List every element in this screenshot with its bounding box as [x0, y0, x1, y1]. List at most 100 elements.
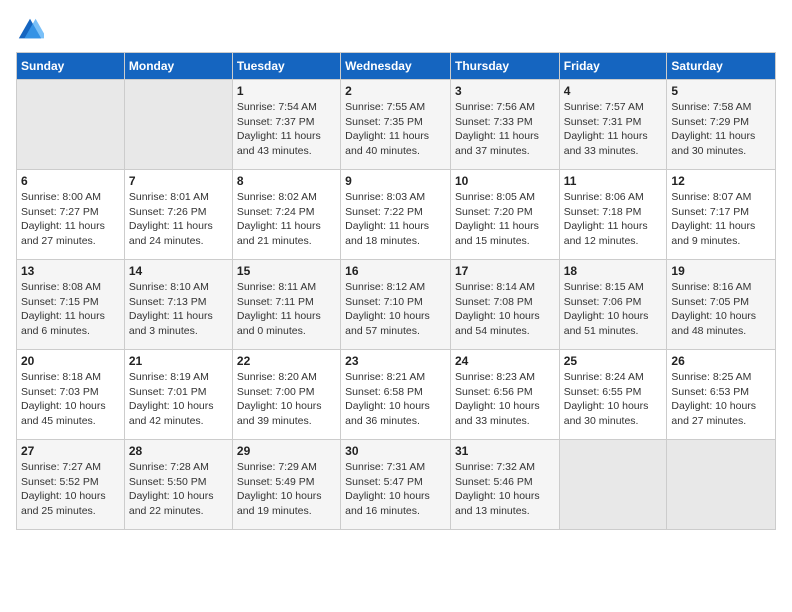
day-number: 21: [129, 354, 228, 368]
page-header: [16, 16, 776, 44]
day-info: Sunrise: 8:23 AMSunset: 6:56 PMDaylight:…: [455, 370, 555, 429]
day-info: Sunrise: 8:11 AMSunset: 7:11 PMDaylight:…: [237, 280, 336, 339]
day-number: 17: [455, 264, 555, 278]
week-row-4: 27 Sunrise: 7:27 AMSunset: 5:52 PMDayligh…: [17, 440, 776, 530]
logo: [16, 16, 48, 44]
day-info: Sunrise: 8:18 AMSunset: 7:03 PMDaylight:…: [21, 370, 120, 429]
day-number: 10: [455, 174, 555, 188]
day-number: 29: [237, 444, 336, 458]
calendar-cell: 25 Sunrise: 8:24 AMSunset: 6:55 PMDayligh…: [559, 350, 667, 440]
day-number: 6: [21, 174, 120, 188]
weekday-header-sunday: Sunday: [17, 53, 125, 80]
day-number: 1: [237, 84, 336, 98]
calendar-cell: 27 Sunrise: 7:27 AMSunset: 5:52 PMDayligh…: [17, 440, 125, 530]
day-number: 23: [345, 354, 446, 368]
day-number: 31: [455, 444, 555, 458]
day-info: Sunrise: 8:10 AMSunset: 7:13 PMDaylight:…: [129, 280, 228, 339]
calendar-cell: 1 Sunrise: 7:54 AMSunset: 7:37 PMDaylight…: [232, 80, 340, 170]
calendar-cell: 6Sunrise: 8:00 AMSunset: 7:27 PMDaylight…: [17, 170, 125, 260]
day-info: Sunrise: 8:15 AMSunset: 7:06 PMDaylight:…: [564, 280, 663, 339]
week-row-1: 6Sunrise: 8:00 AMSunset: 7:27 PMDaylight…: [17, 170, 776, 260]
day-number: 18: [564, 264, 663, 278]
calendar-cell: 8 Sunrise: 8:02 AMSunset: 7:24 PMDaylight…: [232, 170, 340, 260]
calendar-cell: 30 Sunrise: 7:31 AMSunset: 5:47 PMDayligh…: [341, 440, 451, 530]
calendar-table: SundayMondayTuesdayWednesdayThursdayFrid…: [16, 52, 776, 530]
day-number: 26: [671, 354, 771, 368]
calendar-cell: 9 Sunrise: 8:03 AMSunset: 7:22 PMDaylight…: [341, 170, 451, 260]
day-info: Sunrise: 8:02 AMSunset: 7:24 PMDaylight:…: [237, 190, 336, 249]
day-number: 9: [345, 174, 446, 188]
calendar-cell: 19 Sunrise: 8:16 AMSunset: 7:05 PMDayligh…: [667, 260, 776, 350]
day-number: 27: [21, 444, 120, 458]
day-number: 16: [345, 264, 446, 278]
calendar-cell: 16 Sunrise: 8:12 AMSunset: 7:10 PMDayligh…: [341, 260, 451, 350]
weekday-header-tuesday: Tuesday: [232, 53, 340, 80]
calendar-cell: 17Sunrise: 8:14 AMSunset: 7:08 PMDayligh…: [450, 260, 559, 350]
day-info: Sunrise: 7:31 AMSunset: 5:47 PMDaylight:…: [345, 460, 446, 519]
day-info: Sunrise: 7:56 AMSunset: 7:33 PMDaylight:…: [455, 100, 555, 159]
calendar-cell: 13Sunrise: 8:08 AMSunset: 7:15 PMDayligh…: [17, 260, 125, 350]
weekday-header-saturday: Saturday: [667, 53, 776, 80]
calendar-cell: 23Sunrise: 8:21 AMSunset: 6:58 PMDayligh…: [341, 350, 451, 440]
day-info: Sunrise: 8:25 AMSunset: 6:53 PMDaylight:…: [671, 370, 771, 429]
calendar-cell: 3Sunrise: 7:56 AMSunset: 7:33 PMDaylight…: [450, 80, 559, 170]
day-number: 30: [345, 444, 446, 458]
day-number: 7: [129, 174, 228, 188]
day-number: 20: [21, 354, 120, 368]
calendar-cell: [559, 440, 667, 530]
weekday-header-monday: Monday: [124, 53, 232, 80]
calendar-header: SundayMondayTuesdayWednesdayThursdayFrid…: [17, 53, 776, 80]
calendar-cell: 22 Sunrise: 8:20 AMSunset: 7:00 PMDayligh…: [232, 350, 340, 440]
calendar-cell: 15 Sunrise: 8:11 AMSunset: 7:11 PMDayligh…: [232, 260, 340, 350]
day-info: Sunrise: 8:20 AMSunset: 7:00 PMDaylight:…: [237, 370, 336, 429]
day-number: 24: [455, 354, 555, 368]
day-number: 25: [564, 354, 663, 368]
logo-icon: [16, 16, 44, 44]
day-number: 12: [671, 174, 771, 188]
calendar-cell: 11 Sunrise: 8:06 AMSunset: 7:18 PMDayligh…: [559, 170, 667, 260]
calendar-cell: 10 Sunrise: 8:05 AMSunset: 7:20 PMDayligh…: [450, 170, 559, 260]
calendar-cell: 5 Sunrise: 7:58 AMSunset: 7:29 PMDaylight…: [667, 80, 776, 170]
day-number: 22: [237, 354, 336, 368]
weekday-row: SundayMondayTuesdayWednesdayThursdayFrid…: [17, 53, 776, 80]
calendar-cell: 29 Sunrise: 7:29 AMSunset: 5:49 PMDayligh…: [232, 440, 340, 530]
calendar-cell: [17, 80, 125, 170]
weekday-header-friday: Friday: [559, 53, 667, 80]
day-info: Sunrise: 7:27 AMSunset: 5:52 PMDaylight:…: [21, 460, 120, 519]
day-number: 15: [237, 264, 336, 278]
day-info: Sunrise: 8:24 AMSunset: 6:55 PMDaylight:…: [564, 370, 663, 429]
day-number: 8: [237, 174, 336, 188]
calendar-cell: [667, 440, 776, 530]
day-number: 19: [671, 264, 771, 278]
calendar-cell: 21 Sunrise: 8:19 AMSunset: 7:01 PMDayligh…: [124, 350, 232, 440]
week-row-3: 20 Sunrise: 8:18 AMSunset: 7:03 PMDayligh…: [17, 350, 776, 440]
day-info: Sunrise: 8:05 AMSunset: 7:20 PMDaylight:…: [455, 190, 555, 249]
weekday-header-wednesday: Wednesday: [341, 53, 451, 80]
day-info: Sunrise: 8:16 AMSunset: 7:05 PMDaylight:…: [671, 280, 771, 339]
day-info: Sunrise: 8:03 AMSunset: 7:22 PMDaylight:…: [345, 190, 446, 249]
day-info: Sunrise: 7:32 AMSunset: 5:46 PMDaylight:…: [455, 460, 555, 519]
day-info: Sunrise: 7:29 AMSunset: 5:49 PMDaylight:…: [237, 460, 336, 519]
day-info: Sunrise: 8:12 AMSunset: 7:10 PMDaylight:…: [345, 280, 446, 339]
day-info: Sunrise: 8:07 AMSunset: 7:17 PMDaylight:…: [671, 190, 771, 249]
day-info: Sunrise: 8:08 AMSunset: 7:15 PMDaylight:…: [21, 280, 120, 339]
calendar-body: 1 Sunrise: 7:54 AMSunset: 7:37 PMDaylight…: [17, 80, 776, 530]
calendar-cell: 24 Sunrise: 8:23 AMSunset: 6:56 PMDayligh…: [450, 350, 559, 440]
day-info: Sunrise: 7:55 AMSunset: 7:35 PMDaylight:…: [345, 100, 446, 159]
day-info: Sunrise: 7:57 AMSunset: 7:31 PMDaylight:…: [564, 100, 663, 159]
calendar-cell: 7Sunrise: 8:01 AMSunset: 7:26 PMDaylight…: [124, 170, 232, 260]
day-info: Sunrise: 7:54 AMSunset: 7:37 PMDaylight:…: [237, 100, 336, 159]
week-row-0: 1 Sunrise: 7:54 AMSunset: 7:37 PMDaylight…: [17, 80, 776, 170]
day-number: 14: [129, 264, 228, 278]
day-number: 2: [345, 84, 446, 98]
day-info: Sunrise: 8:06 AMSunset: 7:18 PMDaylight:…: [564, 190, 663, 249]
day-number: 4: [564, 84, 663, 98]
day-number: 5: [671, 84, 771, 98]
day-number: 11: [564, 174, 663, 188]
day-info: Sunrise: 7:58 AMSunset: 7:29 PMDaylight:…: [671, 100, 771, 159]
calendar-cell: 14 Sunrise: 8:10 AMSunset: 7:13 PMDayligh…: [124, 260, 232, 350]
day-number: 28: [129, 444, 228, 458]
day-info: Sunrise: 8:19 AMSunset: 7:01 PMDaylight:…: [129, 370, 228, 429]
calendar-cell: 20 Sunrise: 8:18 AMSunset: 7:03 PMDayligh…: [17, 350, 125, 440]
weekday-header-thursday: Thursday: [450, 53, 559, 80]
